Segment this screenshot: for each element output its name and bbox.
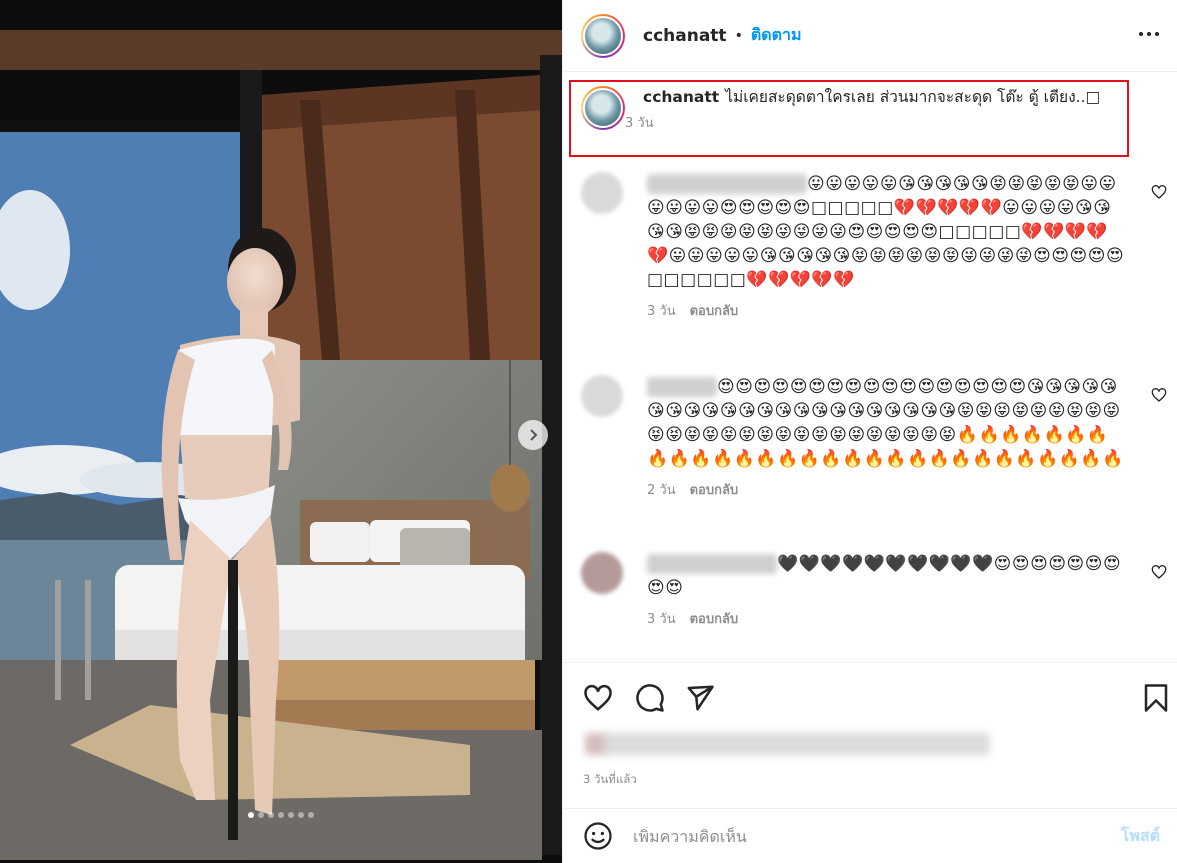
carousel-dot xyxy=(248,812,254,818)
posted-time: 3 วันที่แล้ว xyxy=(583,772,637,786)
heart-icon[interactable] xyxy=(583,683,613,713)
comment-username-blurred[interactable] xyxy=(647,174,807,194)
carousel-indicator xyxy=(0,812,562,818)
post-photo xyxy=(0,0,562,863)
caption-text: ไม่เคยสะดุดตาใครเลย ส่วนมากจะสะดุด โต๊ะ … xyxy=(725,88,1101,106)
next-image-button[interactable] xyxy=(518,420,548,450)
bookmark-icon[interactable] xyxy=(1141,683,1171,713)
carousel-dot xyxy=(298,812,304,818)
comment-avatar[interactable] xyxy=(581,552,623,594)
comment-text: 😍😍😍😍😍😍😍😍😍😍😍😍😍😍😍😍😍😘😘😘😘😘😘😘😘😘😘😘😘😘😘😘😘😘😘😘😘😘😘😝… xyxy=(647,377,1124,469)
comment-avatar[interactable] xyxy=(581,375,623,417)
comment-time: 2 วัน xyxy=(647,483,676,498)
reply-button[interactable]: ตอบกลับ xyxy=(690,483,739,498)
send-icon[interactable] xyxy=(685,683,715,713)
reply-button[interactable]: ตอบกลับ xyxy=(690,612,739,627)
comment-time: 3 วัน xyxy=(647,612,676,627)
emoji-icon[interactable] xyxy=(583,821,613,851)
post-side-panel: cchanatt • ติดตาม cchanatt ไม่เคยสะดุดตาใ… xyxy=(562,0,1177,863)
comment-like-icon[interactable] xyxy=(1151,387,1167,403)
more-horizontal-icon xyxy=(1139,32,1143,36)
comment-input[interactable] xyxy=(633,826,1093,846)
carousel-dot xyxy=(288,812,294,818)
comment-time: 3 วัน xyxy=(647,304,676,319)
more-options-button[interactable] xyxy=(1134,22,1164,46)
comment-like-icon[interactable] xyxy=(1151,184,1167,200)
follow-button[interactable]: ติดตาม xyxy=(751,23,802,48)
caption-username[interactable]: cchanatt xyxy=(643,88,719,106)
likes-summary-blurred[interactable] xyxy=(585,733,990,755)
post-header: cchanatt • ติดตาม xyxy=(563,0,1177,72)
header-username[interactable]: cchanatt xyxy=(643,26,727,46)
header-separator: • xyxy=(734,27,743,44)
add-comment-bar: โพสต์ xyxy=(563,808,1177,863)
carousel-dot xyxy=(278,812,284,818)
carousel-dot xyxy=(258,812,264,818)
comment-like-icon[interactable] xyxy=(1151,564,1167,580)
caption-avatar[interactable] xyxy=(581,86,625,130)
comment-username-blurred[interactable] xyxy=(647,554,777,574)
carousel-dot xyxy=(268,812,274,818)
caption-time: 3 วัน xyxy=(625,116,654,131)
comment-icon[interactable] xyxy=(635,683,665,713)
reply-button[interactable]: ตอบกลับ xyxy=(690,304,739,319)
post-media[interactable] xyxy=(0,0,562,863)
comment-username-blurred[interactable] xyxy=(647,377,717,397)
avatar[interactable] xyxy=(581,13,625,58)
comment-avatar[interactable] xyxy=(581,172,623,214)
post-comment-button[interactable]: โพสต์ xyxy=(1121,824,1160,849)
carousel-dot xyxy=(308,812,314,818)
chevron-right-icon xyxy=(530,429,538,441)
post-caption: cchanatt ไม่เคยสะดุดตาใครเลย ส่วนมากจะสะด… xyxy=(581,86,1161,133)
